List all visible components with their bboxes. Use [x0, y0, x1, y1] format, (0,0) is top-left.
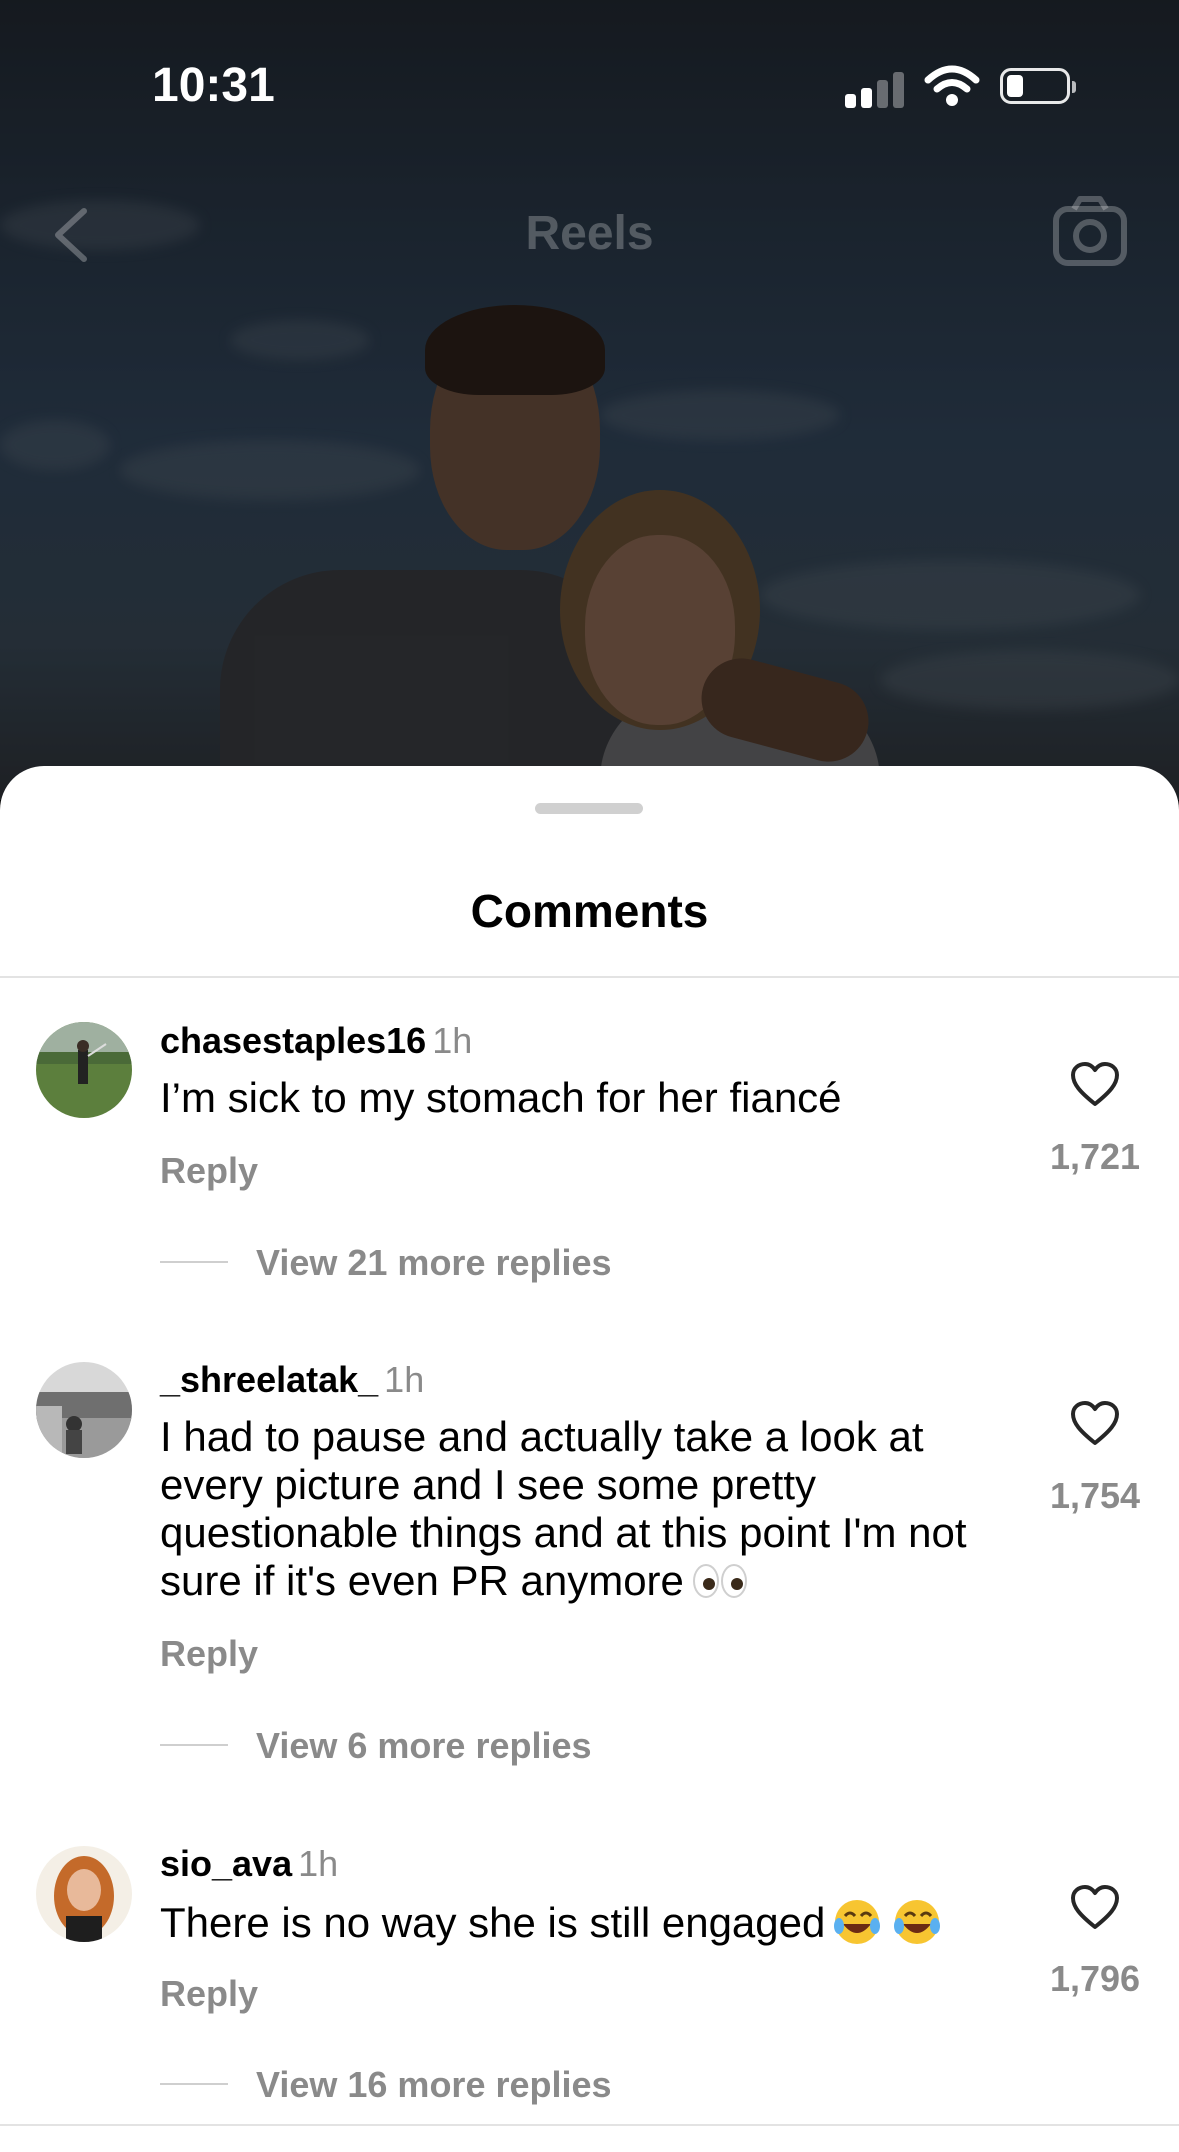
- like-button[interactable]: [1060, 1885, 1130, 1931]
- camera-icon[interactable]: [1052, 195, 1128, 267]
- comment-text: I’m sick to my stomach for her fiancé: [160, 1074, 842, 1121]
- wifi-icon: [924, 65, 980, 106]
- comment-header: _shreelatak_ 1h: [160, 1359, 424, 1401]
- like-count: 1,796: [1049, 1958, 1141, 1999]
- replies-line: [160, 1744, 228, 1746]
- comment-header: sio_ava 1h: [160, 1843, 338, 1885]
- laughing-tears-emoji: [833, 1896, 949, 1956]
- comment-text: There is no way she is still engaged: [160, 1896, 1020, 1956]
- cellular-signal-icon: [845, 68, 905, 108]
- divider: [0, 2124, 1179, 2126]
- replies-line: [160, 2083, 228, 2085]
- comment-time: 1h: [298, 1843, 339, 1884]
- reply-button[interactable]: Reply: [160, 1633, 258, 1675]
- replies-line: [160, 1261, 228, 1263]
- sheet-title: Comments: [470, 885, 709, 937]
- avatar[interactable]: [36, 1022, 132, 1118]
- reply-button[interactable]: Reply: [160, 1150, 258, 1192]
- comment-text-body: There is no way she is still engaged: [160, 1899, 826, 1947]
- comment-time: 1h: [384, 1359, 425, 1400]
- view-replies-button[interactable]: View 16 more replies: [256, 2064, 612, 2106]
- comment-username[interactable]: _shreelatak_: [160, 1359, 378, 1400]
- like-button[interactable]: [1060, 1401, 1130, 1447]
- comment-username[interactable]: chasestaples16: [160, 1020, 426, 1061]
- like-count: 1,754: [1049, 1475, 1141, 1516]
- reel-background: [0, 0, 1179, 800]
- eyes-emoji: [692, 1560, 748, 1608]
- avatar[interactable]: [36, 1362, 132, 1458]
- avatar[interactable]: [36, 1846, 132, 1942]
- heart-icon: [1071, 1401, 1119, 1445]
- comment-username[interactable]: sio_ava: [160, 1843, 292, 1884]
- heart-icon: [1071, 1885, 1119, 1929]
- battery-icon: [1000, 68, 1076, 104]
- nav-title: Reels: [525, 207, 654, 260]
- dim-overlay: [0, 0, 1179, 800]
- comment-time: 1h: [432, 1020, 473, 1061]
- like-count: 1,721: [1049, 1136, 1141, 1177]
- comment-header: chasestaples16 1h: [160, 1020, 472, 1062]
- heart-icon: [1071, 1062, 1119, 1106]
- view-replies-button[interactable]: View 6 more replies: [256, 1725, 592, 1767]
- sheet-grabber[interactable]: [535, 803, 643, 814]
- divider: [0, 976, 1179, 978]
- comment-text: I had to pause and actually take a look …: [160, 1413, 1020, 1608]
- view-replies-button[interactable]: View 21 more replies: [256, 1242, 612, 1284]
- comment-text-body: I had to pause and actually take a look …: [160, 1413, 967, 1604]
- reply-button[interactable]: Reply: [160, 1973, 258, 2015]
- like-button[interactable]: [1060, 1062, 1130, 1108]
- status-time: 10:31: [152, 59, 275, 112]
